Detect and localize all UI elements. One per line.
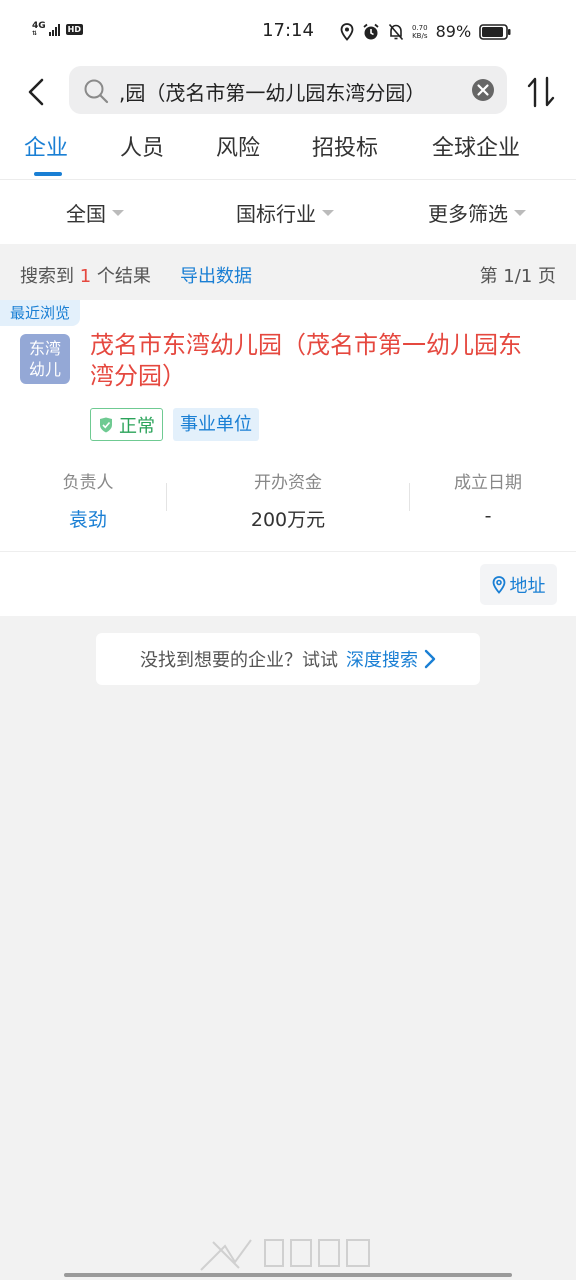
tab-global-enterprise[interactable]: 全球企业 [432,130,520,162]
column-divider [409,483,410,511]
page-indicator: 第 1/1 页 [479,266,556,287]
column-divider [166,483,167,511]
watermark-logo [200,1239,370,1271]
chevron-right-icon [424,649,436,669]
mute-bell-icon [388,23,404,40]
filter-industry[interactable]: 国标行业 [236,198,334,227]
back-button[interactable] [18,72,54,112]
company-name[interactable]: 茂名市东湾幼儿园（茂名市第一幼儿园东湾分园） [90,330,540,392]
legal-rep-link[interactable]: 袁劲 [56,505,120,532]
caret-down-icon [514,209,526,216]
shield-check-icon [100,417,112,432]
home-indicator[interactable] [64,1273,512,1277]
sort-button[interactable] [524,72,558,112]
battery-icon [479,23,511,40]
location-pin-icon [492,575,505,594]
filter-more[interactable]: 更多筛选 [428,198,526,227]
company-card[interactable]: 最近浏览 东湾 幼儿 茂名市东湾幼儿园（茂名市第一幼儿园东湾分园） 正常 事业单… [0,300,576,616]
sort-icon [527,76,555,108]
net-speed: 0.70 KB/s [412,23,428,40]
tab-people[interactable]: 人员 [120,130,164,162]
search-query: ,园（茂名市第一幼儿园东湾分园） [119,81,426,105]
tab-risk[interactable]: 风险 [216,130,260,162]
export-data-link[interactable]: 导出数据 [180,262,252,288]
search-input[interactable]: ,园（茂名市第一幼儿园东湾分园） [69,66,507,114]
address-button[interactable]: 地址 [480,564,557,605]
caret-down-icon [112,209,124,216]
search-icon [84,79,109,104]
battery-percent: 89% [435,22,472,41]
search-header: ,园（茂名市第一幼儿园东湾分园） [0,64,576,118]
recently-viewed-tag: 最近浏览 [0,300,81,326]
info-legal-rep: 负责人 袁劲 [56,468,120,532]
card-divider [0,551,576,552]
filter-bar: 全国 国标行业 更多筛选 [0,180,576,244]
result-summary: 搜索到 1 个结果 导出数据 第 1/1 页 [0,244,576,300]
org-type-badge: 事业单位 [173,408,259,441]
result-count: 搜索到 1 个结果 [20,266,151,287]
status-badge: 正常 [90,408,163,441]
filter-region[interactable]: 全国 [66,198,124,227]
category-tabs: 企业 人员 风险 招投标 全球企业 [0,118,576,180]
info-capital: 开办资金 200万元 [250,473,326,531]
info-founded-date: 成立日期 - [454,473,522,527]
clear-icon[interactable] [471,78,495,102]
status-bar: 4G ⇅ HD 17:14 0.70 KB/s 89% [0,0,576,64]
tab-enterprise[interactable]: 企业 [24,130,68,162]
alarm-icon [363,23,379,39]
tab-bidding[interactable]: 招投标 [312,130,378,162]
chevron-left-icon [28,78,44,106]
location-icon [340,22,354,41]
deep-search-prompt[interactable]: 没找到想要的企业？试试 深度搜索 [96,633,480,685]
deep-search-link[interactable]: 深度搜索 [346,646,418,672]
caret-down-icon [322,209,334,216]
active-tab-indicator [34,172,62,176]
company-logo: 东湾 幼儿 [20,334,70,384]
